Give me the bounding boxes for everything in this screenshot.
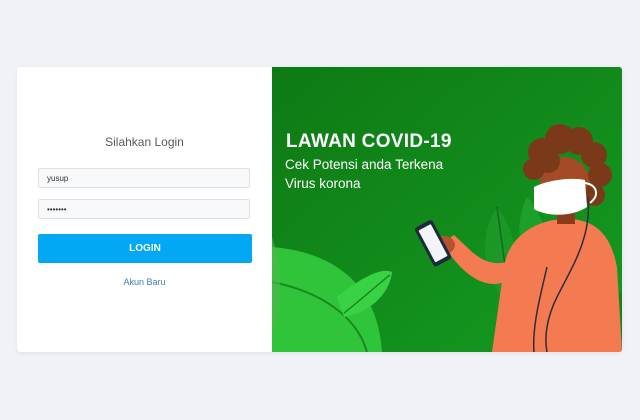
login-title: Silahkan Login xyxy=(105,135,184,149)
username-input[interactable] xyxy=(38,168,250,188)
covid-banner: LAWAN COVID-19 Cek Potensi anda Terkena … xyxy=(272,67,622,352)
banner-illustration xyxy=(272,67,622,352)
password-input[interactable] xyxy=(38,199,250,219)
mask-icon xyxy=(534,178,587,215)
banner-headline: LAWAN COVID-19 xyxy=(286,131,452,152)
login-card: Silahkan Login LOGIN Akun Baru xyxy=(17,67,622,352)
banner-subtitle-line2: Virus korona xyxy=(285,176,361,191)
login-panel: Silahkan Login LOGIN Akun Baru xyxy=(17,67,272,352)
banner-subtitle-line1: Cek Potensi anda Terkena xyxy=(285,157,444,172)
new-account-link[interactable]: Akun Baru xyxy=(17,277,272,287)
login-button[interactable]: LOGIN xyxy=(38,234,252,263)
